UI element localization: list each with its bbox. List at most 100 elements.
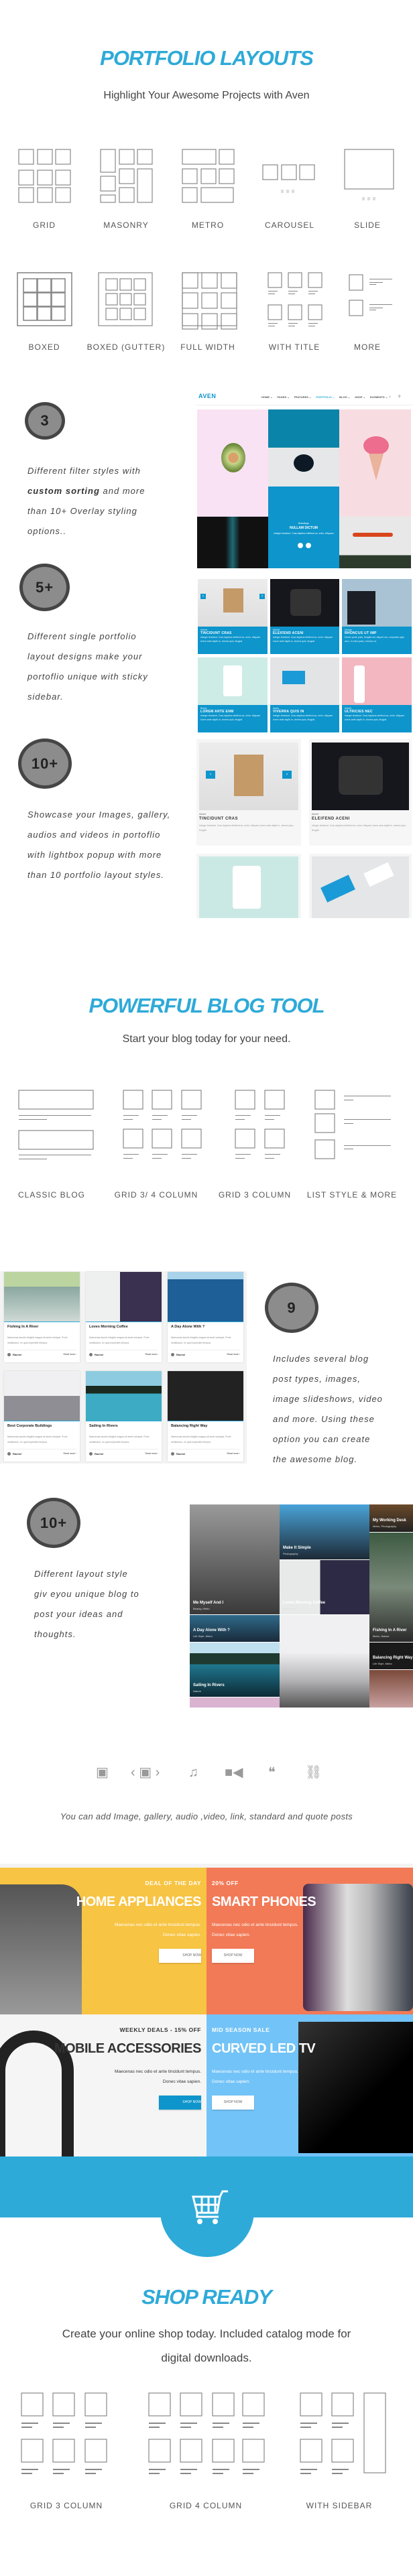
metro-post-tile[interactable]: Loves Morning Coffee latest blog [280,1560,369,1614]
card-image[interactable]: ‹ › [199,743,298,810]
metro-image-tile[interactable] [190,1697,280,1708]
shop-now-button[interactable]: SHOP NOW [159,2096,201,2110]
hair-image[interactable] [268,448,339,487]
blog-card-image[interactable] [168,1272,243,1322]
preview-nav-item[interactable]: PORTFOLIO ⌄ [316,395,335,399]
promo-banner[interactable]: MID SEASON SALE CURVED LED TV Maecenas nec… [206,2014,413,2156]
slider-prev-button[interactable]: ‹ [206,771,215,779]
zoom-icon[interactable] [298,543,303,548]
metro-post-title[interactable]: Me Myself And I [193,1601,223,1605]
metro-post-tile[interactable]: My Working Desk Metro, Photography [369,1504,413,1532]
slider-next-button[interactable]: › [259,594,265,599]
metro-post-title[interactable]: Loves Morning Coffee [283,1601,325,1605]
metro-post-title[interactable]: Fishing In A River [373,1628,407,1632]
card-image[interactable] [342,579,412,627]
portfolio-card[interactable]: ‹ › Advert TINCIDUNT CRAS Integer tincidunt.… [198,579,268,654]
metro-image-tile[interactable] [369,1670,413,1708]
search-icon[interactable]: ⚲ [398,395,401,399]
blog-card-title[interactable]: A Day Alone With ? [171,1325,204,1329]
read-more-link[interactable]: Read more › [227,1452,240,1455]
metro-post-title[interactable]: Balancing Right Way [373,1656,412,1660]
coffee-cup-card[interactable] [196,854,301,918]
blog-card[interactable]: Balancing Right Way Maecenas iaculis frin… [168,1371,243,1462]
read-more-link[interactable]: Read more › [145,1452,158,1455]
metro-image-tile[interactable] [280,1615,369,1708]
metro-post-title[interactable]: My Working Desk [373,1519,406,1523]
blog-card-image[interactable] [4,1371,80,1421]
card-image[interactable] [198,579,268,627]
preview-nav-item[interactable]: HOME ⌄ [261,395,272,399]
read-more-link[interactable]: Read more › [64,1353,76,1356]
metro-post-tile[interactable]: Make It Simple Photography [280,1504,369,1559]
promo-banner[interactable]: 20% OFF SMART PHONES Maecenas nec odio et … [206,1868,413,2014]
read-more-link[interactable]: Read more › [145,1353,158,1356]
metro-post-tile[interactable]: Me Myself And I Beauty, Metro [190,1504,280,1614]
bottle-image[interactable] [197,517,268,568]
blog-card-title[interactable]: Loves Morning Coffee [89,1325,128,1329]
portfolio-large-card[interactable]: ‹ › Advert TINCIDUNT CRAS Integer tincidunt.… [196,739,301,846]
metro-post-tile[interactable]: Sailing In Rivers Nature [190,1643,280,1697]
preview-nav-item[interactable]: PAGES ⌄ [277,395,289,399]
metro-post-tile[interactable]: A Day Alone With ? Life Style, Metro [190,1615,280,1642]
card-image[interactable] [270,579,339,627]
preview-nav-item[interactable]: BLOG ⌄ [339,395,350,399]
card-image[interactable] [270,657,339,705]
metro-post-tile[interactable]: Fishing In A River Metro, Nature [369,1533,413,1642]
preview-nav-item[interactable]: SHOP ⌄ [355,395,365,399]
blog-card[interactable]: Loves Morning Coffee Maecenas iaculis fri… [86,1272,162,1362]
shop-now-button[interactable]: SHOP NOW [212,1949,254,1963]
blog-card-image[interactable] [4,1272,80,1322]
preview-nav-item[interactable]: FEATURES ⌄ [294,395,312,399]
ice-cream-image[interactable] [339,409,411,517]
avocado-image[interactable] [197,409,268,517]
card-image[interactable] [312,743,409,810]
portfolio-card[interactable]: Advert ULTRICIES NEC Integer tincidunt. Cr… [342,657,412,732]
portfolio-card[interactable]: Audio VIVERRA QUIS IN Integer tincidunt. C… [270,657,339,732]
cart-icon[interactable]: ⌂ [389,395,391,399]
narwhal-image[interactable] [268,409,339,448]
blog-card[interactable]: A Day Alone With ? Maecenas iaculis fring… [168,1272,243,1362]
blog-card-title[interactable]: Best Corporate Buildings [7,1424,52,1428]
blog-card-image[interactable] [86,1371,162,1421]
slider-next-button[interactable]: › [282,771,292,779]
metro-post-title[interactable]: Make It Simple [283,1546,311,1550]
blog-card-image[interactable] [86,1272,162,1322]
shop-now-button[interactable]: SHOP NOW [159,1949,201,1963]
promo-banner[interactable]: DEAL OF THE DAY HOME APPLIANCES Maecenas n… [0,1868,206,2014]
business-cards-card[interactable] [309,854,412,918]
portfolio-card[interactable]: Brand LOREM ANTE ENM Integer tincidunt. Cr… [198,657,268,732]
promo-banner[interactable]: WEEKLY DEALS - 15% OFF MOBILE ACCESSORIES… [0,2014,206,2156]
portfolio-card[interactable]: Advert ELEIFEND ACENI Integer tincidunt. C… [270,579,339,654]
blog-card[interactable]: Sailing In Rivers Maecenas iaculis fringi… [86,1371,162,1462]
portfolio-card[interactable]: Design RHONCUS UT IMP Donec pede justo, fr… [342,579,412,654]
blog-card[interactable]: Best Corporate Buildings Maecenas iaculis… [4,1371,80,1462]
metro-post-title[interactable]: Sailing In Rivers [193,1683,225,1687]
chili-image[interactable] [339,517,411,568]
metro-post-tile[interactable]: Balancing Right Way Life Style, Metro [369,1643,413,1669]
grid-layout-icon [18,149,71,203]
metro-post-title[interactable]: A Day Alone With ? [193,1628,230,1632]
blog-card[interactable]: Fishing In A River Maecenas iaculis fring… [4,1272,80,1362]
feature-text-line: than 10+ Overlay styling [27,501,137,521]
author-name: Rachel [176,1353,186,1356]
blog-card-title[interactable]: Fishing In A River [7,1325,38,1329]
card-caption: Advert ELEIFEND ACENI Integer tincidunt. C… [273,629,337,643]
gallery-icon: ‹ ▣ › [131,1765,160,1780]
read-more-link[interactable]: Read more › [64,1452,76,1455]
blog-card-title[interactable]: Balancing Right Way [171,1424,208,1428]
blog-card-title[interactable]: Sailing In Rivers [89,1424,118,1428]
read-more-link[interactable]: Read more › [227,1353,240,1356]
link-icon[interactable] [306,543,311,548]
portfolio-large-card[interactable]: Advert ELEIFEND ACENI Integer tincidunt. C… [309,739,412,846]
slider-prev-button[interactable]: ‹ [200,594,206,599]
card-image[interactable] [342,657,412,705]
blog-card-image[interactable] [168,1371,243,1421]
feature-text: post your ideas and [34,1609,123,1619]
card-caption: Design RHONCUS UT IMP Donec pede justo, fr… [345,629,410,643]
feature-text-line: and more. Using these [273,1409,375,1429]
preview-nav-item[interactable]: ELEMENTS ⌄ [370,395,388,399]
blog-card-divider [171,1449,240,1450]
card-image[interactable] [198,657,268,705]
overlay-card[interactable]: Brandings NULLAM DICTUM Integer tincidun… [268,487,339,568]
shop-now-button[interactable]: SHOP NOW [212,2096,254,2110]
